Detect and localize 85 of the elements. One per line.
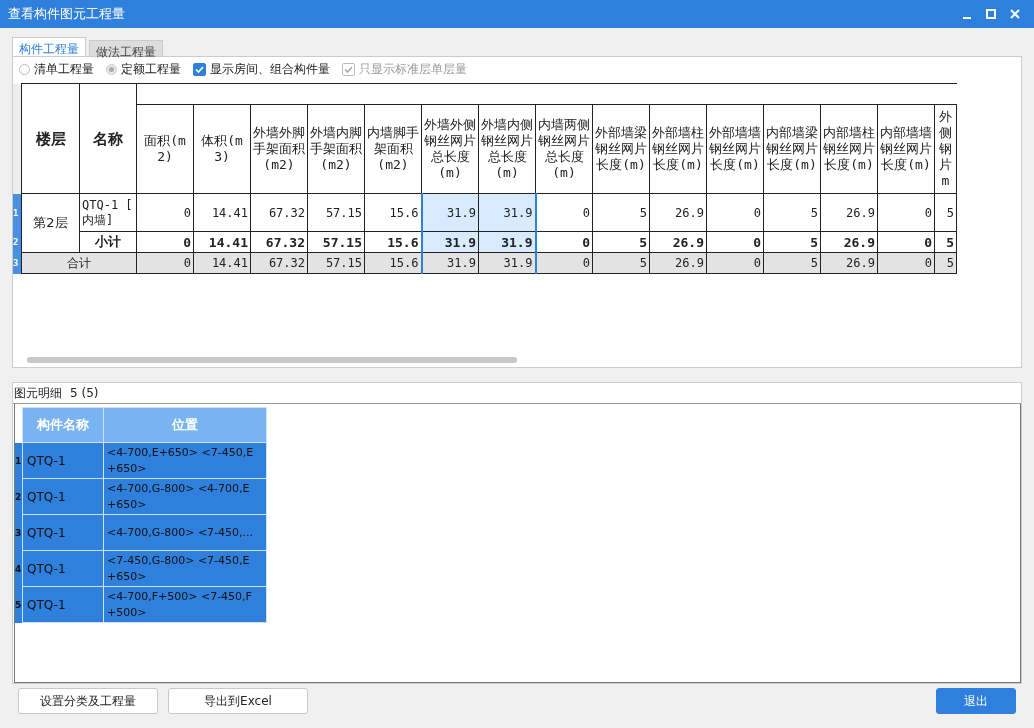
table-cell: 5 <box>934 231 957 253</box>
table-cell: 0 <box>535 231 593 253</box>
table-cell: 67.32 <box>250 193 308 232</box>
action-button[interactable]: 设置分类及工程量 <box>18 688 158 714</box>
table-cell: 57.15 <box>307 193 365 232</box>
tab[interactable]: 构件工程量 <box>12 37 86 56</box>
row-number: 3 <box>15 514 23 551</box>
table-cell: 0 <box>136 193 194 232</box>
table-cell: 小计 <box>79 231 137 253</box>
close-icon[interactable] <box>1010 9 1020 19</box>
table-cell[interactable]: <4-700,G-800> <7-450,... <box>103 514 267 551</box>
table-cell: 0 <box>706 231 764 253</box>
column-header: 内部墙梁钢丝网片长度(m) <box>763 104 821 194</box>
column-header: 外墙外侧钢丝网片总长度(m) <box>421 104 479 194</box>
table-cell: 合计 <box>21 252 137 274</box>
table-cell: 31.9 <box>421 193 479 232</box>
table-cell: 26.9 <box>649 193 707 232</box>
table-cell[interactable]: QTQ-1 <box>22 550 104 587</box>
row-number: 2 <box>15 478 23 515</box>
scrollbar-thumb[interactable] <box>27 357 517 363</box>
table-cell: 31.9 <box>421 231 479 253</box>
table-cell[interactable]: <4-700,E+650> <7-450,E +650> <box>103 442 267 479</box>
column-header: 外部墙墙钢丝网片长度(m) <box>706 104 764 194</box>
table-cell[interactable]: QTQ-1 <box>22 478 104 515</box>
table-cell: 0 <box>136 231 194 253</box>
table-cell: 26.9 <box>820 231 878 253</box>
column-header: 内墙脚手架面积(m2) <box>364 104 422 194</box>
table-cell: 5 <box>934 193 957 232</box>
tab[interactable]: 做法工程量 <box>89 40 163 56</box>
column-header: 内墙两侧钢丝网片总长度(m) <box>535 104 593 194</box>
table-cell: QTQ-1 [ 内墙] <box>79 193 137 232</box>
column-header: 名称 <box>79 83 137 194</box>
section-title: 图元明细 <box>14 384 62 402</box>
table-cell[interactable]: QTQ-1 <box>22 586 104 623</box>
option-label: 清单工程量 <box>34 60 94 78</box>
table-cell: 31.9 <box>421 252 479 274</box>
table-cell: 57.15 <box>307 231 365 253</box>
action-button[interactable]: 导出到Excel <box>168 688 308 714</box>
table-cell: 31.9 <box>478 193 536 232</box>
table-cell: 14.41 <box>193 193 251 232</box>
column-header: 构件名称 <box>22 407 104 443</box>
column-header: 体积(m3) <box>193 104 251 194</box>
table-cell: 26.9 <box>820 193 878 232</box>
column-header: 外墙外脚手架面积(m2) <box>250 104 308 194</box>
table-cell[interactable]: <7-450,G-800> <7-450,E +650> <box>103 550 267 587</box>
option-label: 只显示标准层单层量 <box>359 60 467 78</box>
table-cell[interactable]: <4-700,G-800> <4-700,E +650> <box>103 478 267 515</box>
window-title: 查看构件图元工程量 <box>8 5 126 23</box>
row-number: 4 <box>15 550 23 587</box>
table-cell: 0 <box>877 193 935 232</box>
table-cell: 5 <box>592 193 650 232</box>
radio-button[interactable] <box>19 63 30 75</box>
table-cell: 0 <box>706 193 764 232</box>
table-cell: 5 <box>763 193 821 232</box>
row-number: 2 <box>13 231 22 253</box>
table-cell: 67.32 <box>250 231 308 253</box>
maximize-icon[interactable] <box>986 9 996 19</box>
column-header: 外部墙梁钢丝网片长度(m) <box>592 104 650 194</box>
column-header: 位置 <box>103 407 267 443</box>
row-number: 1 <box>13 193 22 232</box>
exit-button[interactable]: 退出 <box>936 688 1016 714</box>
table-cell[interactable]: QTQ-1 <box>22 442 104 479</box>
checkbox[interactable] <box>193 62 206 76</box>
column-header: 外墙内脚手架面积(m2) <box>307 104 365 194</box>
row-number: 5 <box>15 586 23 623</box>
column-header: 内部墙墙钢丝网片长度(m) <box>877 104 935 194</box>
table-cell: 0 <box>535 193 593 232</box>
table-cell[interactable]: QTQ-1 <box>22 514 104 551</box>
column-header: 面积(m2) <box>136 104 194 194</box>
table-cell: 5 <box>592 231 650 253</box>
option-label: 显示房间、组合构件量 <box>210 60 330 78</box>
table-cell: 14.41 <box>193 231 251 253</box>
column-header: 外部墙柱钢丝网片长度(m) <box>649 104 707 194</box>
option-label: 定额工程量 <box>121 60 181 78</box>
count-label: 5 (5) <box>70 386 99 400</box>
column-header: 外墙内侧钢丝网片总长度(m) <box>478 104 536 194</box>
table-cell: 5 <box>763 231 821 253</box>
column-header: 楼层 <box>21 83 80 194</box>
table-cell: 26.9 <box>649 231 707 253</box>
row-number: 3 <box>13 252 22 274</box>
row-number: 1 <box>15 442 23 479</box>
table-cell[interactable]: <4-700,F+500> <7-450,F +500> <box>103 586 267 623</box>
column-header: 内部墙柱钢丝网片长度(m) <box>820 104 878 194</box>
column-header: 外侧钢片m <box>934 104 957 194</box>
table-cell: 0 <box>877 231 935 253</box>
